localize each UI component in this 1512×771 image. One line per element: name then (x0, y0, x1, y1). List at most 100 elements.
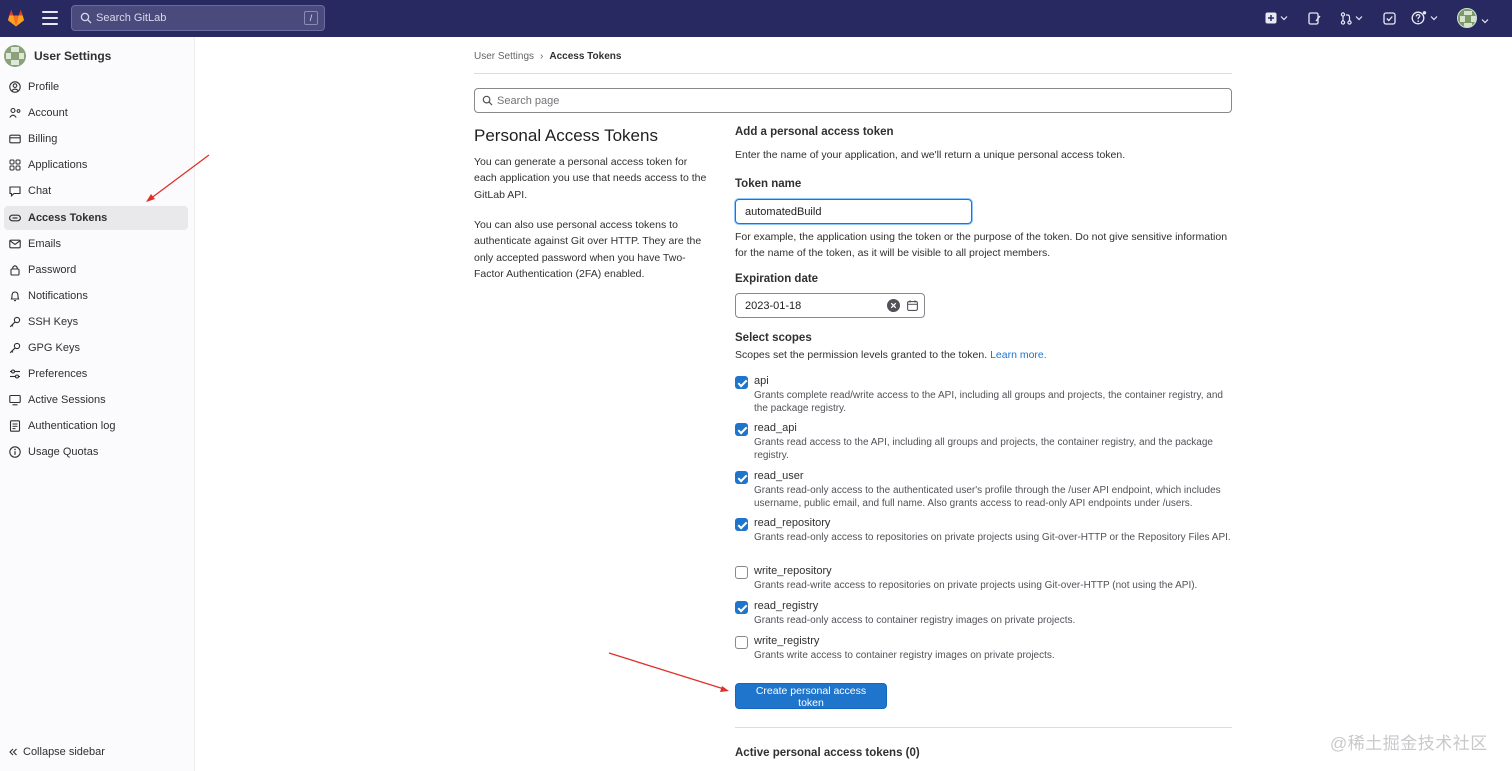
sidebar-item-label: Authentication log (28, 420, 116, 433)
breadcrumb-separator-icon: › (540, 51, 544, 62)
issues-button[interactable] (1308, 11, 1321, 25)
sidebar-item-applications[interactable]: Applications (4, 153, 188, 177)
collapse-sidebar-label: Collapse sidebar (23, 746, 105, 758)
help-icon (1411, 11, 1427, 25)
watermark: @稀土掘金技术社区 (1330, 734, 1488, 753)
scope-name[interactable]: write_repository (754, 565, 832, 577)
key-icon (9, 316, 21, 328)
sidebar-item-password[interactable]: Password (4, 258, 188, 282)
global-search-input[interactable]: Search GitLab / (71, 5, 325, 31)
search-icon (482, 95, 493, 106)
scope-checkbox[interactable] (735, 471, 748, 484)
scope-checkbox[interactable] (735, 636, 748, 649)
new-menu-button[interactable] (1265, 11, 1288, 25)
scope-checkbox[interactable] (735, 423, 748, 436)
merge-request-icon (1340, 11, 1352, 25)
sidebar-item-label: Emails (28, 237, 62, 250)
menu-icon[interactable] (42, 11, 58, 25)
scope-checkbox[interactable] (735, 601, 748, 614)
annotation-arrow-button (608, 652, 729, 692)
top-navbar: Search GitLab / (0, 0, 1512, 37)
todo-check-icon (1383, 11, 1396, 25)
mail-icon (9, 238, 21, 250)
sidebar-item-chat[interactable]: Chat (4, 179, 188, 203)
scope-checkbox[interactable] (735, 518, 748, 531)
scope-checkbox[interactable] (735, 566, 748, 579)
sidebar-item-label: Active Sessions (28, 394, 106, 407)
sidebar-header[interactable]: User Settings (4, 45, 111, 67)
breadcrumb-parent[interactable]: User Settings (474, 51, 534, 62)
global-search-placeholder: Search GitLab (96, 12, 167, 24)
learn-more-link[interactable]: Learn more. (990, 349, 1047, 361)
sidebar-item-notifications[interactable]: Notifications (4, 284, 188, 308)
todos-button[interactable] (1383, 11, 1396, 25)
key-icon (9, 342, 21, 354)
sidebar-item-label: Password (28, 263, 77, 276)
sidebar-item-usage-quotas[interactable]: Usage Quotas (4, 440, 188, 464)
expiration-date-input[interactable]: 2023-01-18 (735, 293, 925, 318)
merge-requests-button[interactable] (1340, 11, 1363, 25)
scopes-help: Scopes set the permission levels granted… (735, 347, 1047, 363)
sidebar-item-account[interactable]: Account (4, 101, 188, 125)
scope-description: Grants read-only access to repositories … (754, 532, 1231, 543)
sidebar-item-profile[interactable]: Profile (4, 75, 188, 99)
scope-description: Grants write access to container registr… (754, 650, 1055, 661)
user-avatar (4, 45, 26, 67)
sidebar-item-label: Notifications (28, 289, 88, 302)
sidebar-item-label: Access Tokens (28, 211, 108, 224)
form-heading: Add a personal access token (735, 126, 894, 138)
gitlab-logo-icon[interactable] (6, 8, 26, 28)
token-name-help: For example, the application using the t… (735, 231, 1228, 259)
settings-sidebar: User Settings Profile Account Billing Appli… (0, 37, 195, 771)
issues-icon (1308, 11, 1321, 25)
search-page-placeholder: Search page (497, 94, 560, 107)
preferences-icon (9, 368, 21, 380)
scope-name[interactable]: api (754, 375, 769, 387)
applications-icon (9, 159, 21, 171)
lock-icon (9, 264, 21, 276)
sidebar-item-active-sessions[interactable]: Active Sessions (4, 388, 188, 412)
chevron-down-icon (1280, 16, 1288, 21)
sidebar-item-billing[interactable]: Billing (4, 127, 188, 151)
info-icon (9, 446, 21, 459)
sidebar-item-label: Chat (28, 185, 52, 198)
search-page-input[interactable]: Search page (474, 88, 1232, 113)
scope-checkbox[interactable] (735, 376, 748, 389)
scopes-help-text: Scopes set the permission levels granted… (735, 349, 988, 361)
calendar-icon[interactable] (907, 300, 918, 311)
sidebar-item-preferences[interactable]: Preferences (4, 362, 188, 386)
scope-name[interactable]: read_registry (754, 600, 818, 612)
sidebar-item-authentication-log[interactable]: Authentication log (4, 414, 188, 438)
identicon-icon (1460, 11, 1476, 27)
intro-paragraph: You can generate a personal access token… (474, 156, 707, 201)
monitor-icon (9, 394, 21, 406)
collapse-sidebar-button[interactable]: Collapse sidebar (8, 746, 105, 758)
help-button[interactable] (1411, 11, 1438, 25)
log-icon (9, 420, 21, 433)
scope-description: Grants read-write access to repositories… (754, 580, 1198, 591)
sidebar-item-label: Preferences (28, 368, 88, 381)
scope-description: Grants read-only access to the authentic… (754, 485, 1221, 509)
create-token-button[interactable]: Create personal access token (735, 683, 887, 709)
scope-name[interactable]: read_api (754, 422, 797, 434)
scopes-label: Select scopes (735, 332, 812, 344)
sidebar-item-gpg-keys[interactable]: GPG Keys (4, 336, 188, 360)
sidebar-item-label: Profile (28, 81, 60, 93)
user-menu-chevron[interactable] (1481, 14, 1489, 28)
chevron-down-icon (1481, 19, 1489, 24)
token-name-input[interactable] (735, 199, 972, 224)
sidebar-item-ssh-keys[interactable]: SSH Keys (4, 310, 188, 334)
token-icon (9, 212, 21, 224)
sidebar-item-label: Applications (28, 159, 88, 172)
sidebar-item-access-tokens[interactable]: Access Tokens (4, 205, 188, 230)
identicon-icon (6, 47, 24, 65)
scope-description: Grants complete read/write access to the… (754, 390, 1223, 414)
scope-name[interactable]: read_repository (754, 517, 830, 529)
user-avatar[interactable] (1457, 8, 1477, 28)
scope-name[interactable]: write_registry (754, 635, 819, 647)
active-tokens-heading: Active personal access tokens (0) (735, 747, 920, 759)
clear-date-icon[interactable] (887, 299, 900, 312)
scope-name[interactable]: read_user (754, 470, 804, 482)
account-icon (9, 107, 21, 119)
sidebar-item-emails[interactable]: Emails (4, 232, 188, 256)
